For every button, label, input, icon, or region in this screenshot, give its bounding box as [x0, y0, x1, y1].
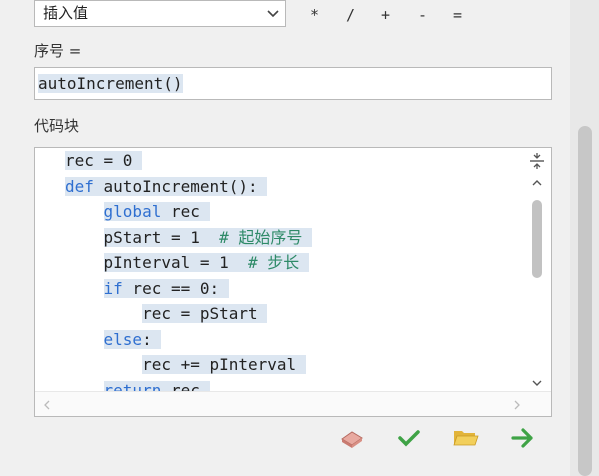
- code-text: rec = 0: [65, 151, 133, 170]
- code-line-text: return rec: [103, 380, 210, 392]
- code-text: pInterval = 1: [103, 253, 249, 272]
- code-line: rec = pStart: [65, 301, 525, 327]
- split-view-icon[interactable]: [529, 152, 545, 174]
- code-text: autoIncrement():: [93, 176, 258, 196]
- code-text: pStart = 1: [103, 227, 220, 247]
- open-file-button[interactable]: [452, 426, 480, 454]
- folder-open-icon: [453, 428, 479, 452]
- code-line-text: rec = pStart: [142, 304, 268, 323]
- clear-button[interactable]: [338, 426, 366, 454]
- code-line-text: if rec == 0:: [103, 278, 229, 298]
- code-line: global rec: [65, 199, 525, 225]
- scroll-right-icon[interactable]: [513, 399, 521, 413]
- code-keyword: else: [103, 329, 143, 349]
- code-line-text: pStart = 1 # 起始序号: [103, 227, 313, 247]
- code-scroll-thumb[interactable]: [532, 200, 542, 278]
- code-vertical-scrollbar[interactable]: [527, 176, 547, 390]
- code-text: rec: [161, 380, 200, 392]
- code-line-text: pInterval = 1 # 步长: [103, 253, 309, 272]
- chevron-down-icon: [267, 1, 279, 35]
- code-block-label: 代码块: [34, 117, 80, 135]
- code-text-area[interactable]: rec = 0 def autoIncrement(): global rec …: [65, 148, 525, 391]
- code-text: :: [142, 329, 152, 349]
- code-line-text: rec = 0: [65, 151, 143, 170]
- operator-multiply-button[interactable]: *: [310, 6, 319, 24]
- code-text: rec += pInterval: [142, 355, 297, 374]
- code-text: rec: [161, 202, 200, 221]
- code-line: pStart = 1 # 起始序号: [65, 225, 525, 251]
- checkmark-icon: [398, 429, 420, 451]
- operator-plus-button[interactable]: +: [381, 6, 390, 24]
- verify-button[interactable]: [395, 426, 423, 454]
- code-line: rec += pInterval: [65, 352, 525, 378]
- eraser-icon: [339, 427, 365, 453]
- code-line-text: global rec: [103, 202, 210, 221]
- code-comment: # 起始序号: [219, 227, 303, 247]
- code-line-text: def autoIncrement():: [65, 176, 268, 196]
- insert-value-selected: 插入值: [43, 4, 89, 22]
- code-text: rec = pStart: [142, 304, 258, 323]
- code-keyword: return: [103, 380, 162, 392]
- page-scroll-thumb[interactable]: [578, 126, 592, 476]
- code-line: def autoIncrement():: [65, 174, 525, 200]
- scroll-down-icon[interactable]: [532, 376, 542, 390]
- code-line: rec = 0: [65, 148, 525, 174]
- scroll-up-icon[interactable]: [532, 176, 542, 190]
- code-keyword: if: [103, 278, 123, 298]
- scroll-left-icon[interactable]: [43, 399, 51, 413]
- code-comment: # 步长: [248, 253, 300, 272]
- code-line: pInterval = 1 # 步长: [65, 250, 525, 276]
- expression-value: autoIncrement(): [38, 74, 183, 93]
- code-line: return rec: [65, 378, 525, 392]
- code-line-text: rec += pInterval: [142, 355, 306, 374]
- operator-divide-button[interactable]: /: [346, 6, 355, 24]
- insert-value-dropdown[interactable]: 插入值: [34, 0, 286, 27]
- code-keyword: def: [65, 176, 94, 196]
- code-line: if rec == 0:: [65, 276, 525, 302]
- sequence-label: 序号 =: [34, 42, 82, 60]
- code-text: rec == 0:: [122, 278, 220, 298]
- next-button[interactable]: [509, 426, 537, 454]
- code-horizontal-scrollbar[interactable]: [35, 391, 551, 416]
- operator-equals-button[interactable]: =: [453, 6, 462, 24]
- code-block-editor[interactable]: rec = 0 def autoIncrement(): global rec …: [34, 147, 552, 417]
- operator-minus-button[interactable]: -: [418, 6, 427, 24]
- expression-field[interactable]: autoIncrement(): [34, 67, 552, 100]
- code-keyword: global: [103, 202, 162, 221]
- page-scrollbar[interactable]: [570, 0, 599, 476]
- arrow-right-icon: [511, 428, 535, 452]
- code-line-text: else:: [103, 329, 162, 349]
- code-line: else:: [65, 327, 525, 353]
